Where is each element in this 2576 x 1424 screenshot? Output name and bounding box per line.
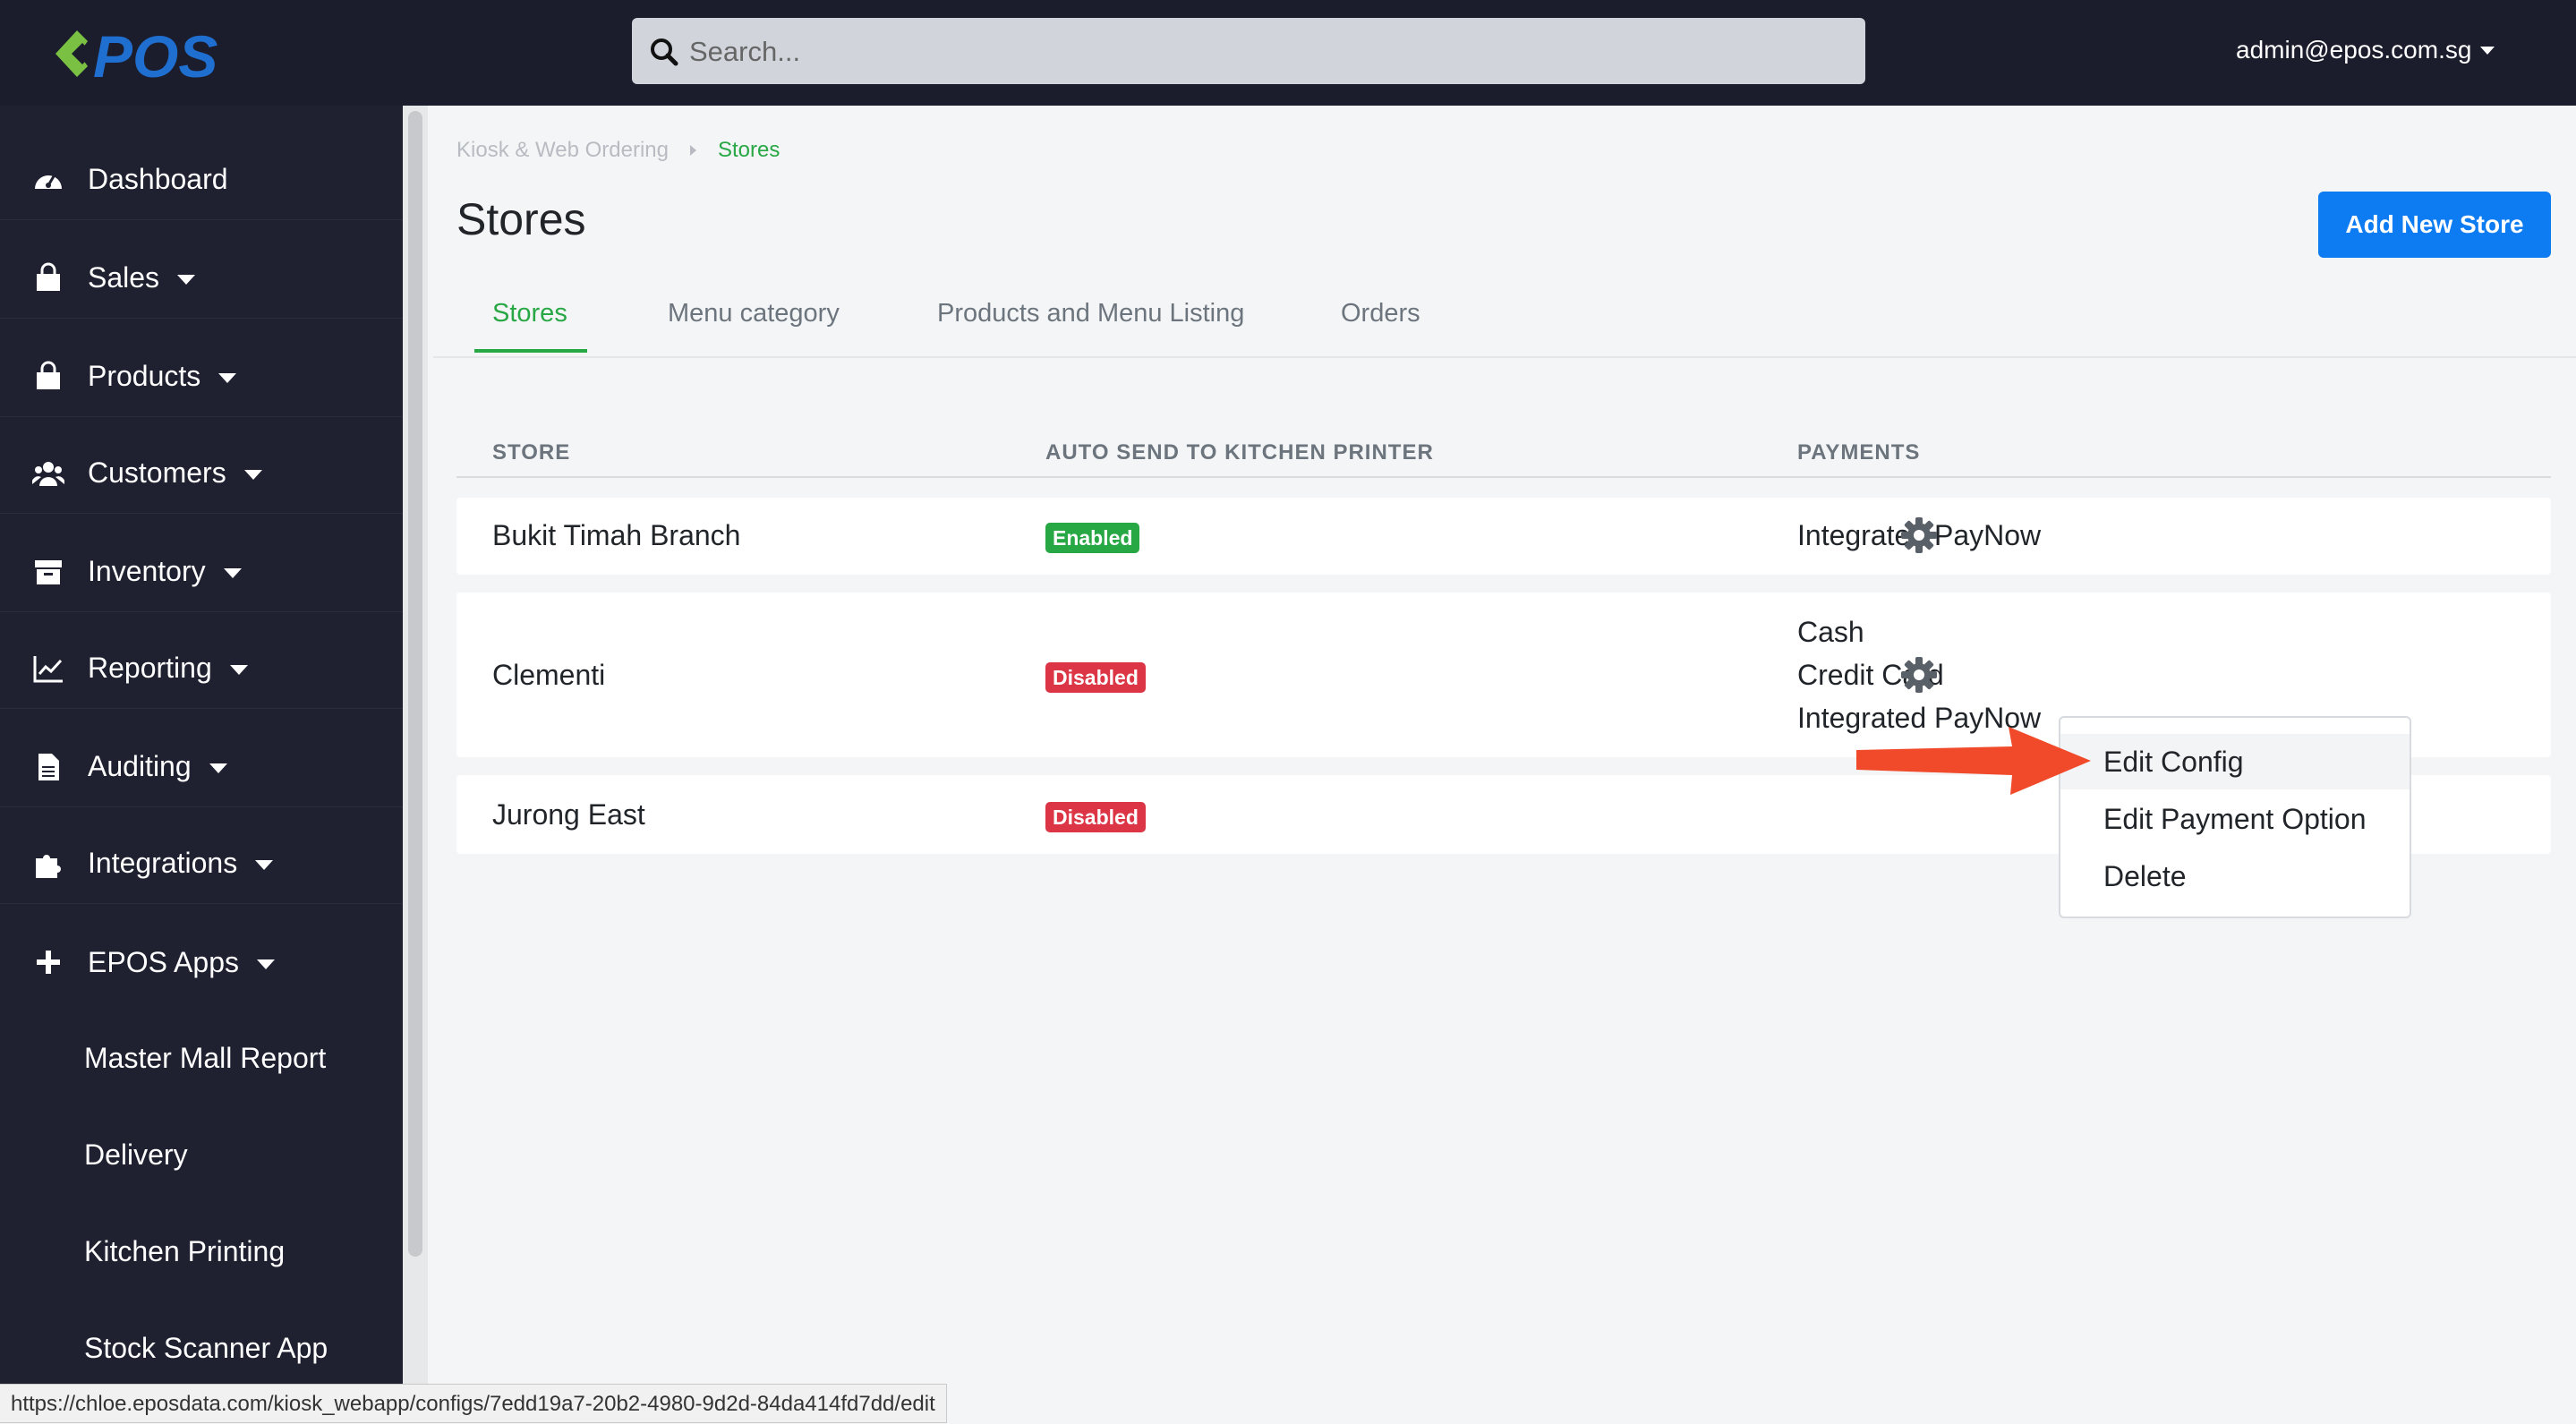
sidebar-item-integrations[interactable]: Integrations	[0, 823, 403, 904]
sidebar: Dashboard Sales Products Customers Inven…	[0, 106, 403, 1423]
user-menu[interactable]: admin@epos.com.sg	[2236, 36, 2495, 64]
status-badge: Disabled	[1045, 662, 1146, 693]
sidebar-item-dashboard[interactable]: Dashboard	[0, 140, 403, 220]
file-icon	[38, 753, 59, 780]
users-icon	[32, 461, 64, 486]
sidebar-subitem-master-mall-report[interactable]: Master Mall Report	[84, 1042, 326, 1075]
chevron-down-icon	[177, 275, 196, 285]
sidebar-subitem-stock-scanner-app[interactable]: Stock Scanner App	[84, 1332, 328, 1365]
search-icon	[651, 38, 678, 66]
svg-text:POS: POS	[93, 23, 218, 86]
search-input[interactable]	[687, 18, 1846, 86]
tab-products-menu-listing[interactable]: Products and Menu Listing	[937, 299, 1244, 328]
status-badge: Disabled	[1045, 802, 1146, 832]
archive-icon	[35, 559, 62, 584]
column-header-auto-send: AUTO SEND TO KITCHEN PRINTER	[1045, 440, 1434, 465]
sidebar-item-auditing[interactable]: Auditing	[0, 727, 403, 807]
breadcrumb-parent[interactable]: Kiosk & Web Ordering	[456, 138, 669, 163]
gear-dropdown-menu: Edit Config Edit Payment Option Delete	[2059, 716, 2411, 918]
sidebar-item-inventory[interactable]: Inventory	[0, 532, 403, 612]
chevron-down-icon	[218, 373, 237, 383]
menu-item-edit-config[interactable]: Edit Config	[2060, 734, 2410, 789]
sidebar-subitem-kitchen-printing[interactable]: Kitchen Printing	[84, 1235, 285, 1268]
chevron-down-icon	[2480, 46, 2495, 55]
shopping-bag-icon	[37, 361, 60, 389]
chevron-down-icon	[243, 470, 262, 480]
shopping-bag-icon	[37, 262, 60, 291]
sidebar-item-sales[interactable]: Sales	[0, 238, 403, 319]
top-bar: POS admin@epos.com.sg	[0, 0, 2576, 106]
sidebar-subitem-delivery[interactable]: Delivery	[84, 1138, 188, 1172]
gear-icon[interactable]	[1899, 655, 1939, 695]
dashboard-icon	[35, 175, 62, 189]
active-tab-indicator	[474, 349, 587, 353]
sidebar-item-label: Auditing	[88, 750, 192, 782]
sidebar-item-epos-apps[interactable]: EPOS Apps	[0, 922, 403, 1002]
tab-orders[interactable]: Orders	[1341, 299, 1420, 328]
sidebar-item-label: Dashboard	[88, 163, 228, 195]
sidebar-item-reporting[interactable]: Reporting	[0, 628, 403, 709]
search-bar	[632, 18, 1865, 86]
breadcrumb-separator-icon	[690, 145, 696, 156]
sidebar-scrollbar[interactable]	[408, 111, 422, 1257]
sidebar-item-label: Inventory	[88, 555, 206, 587]
plus-icon	[37, 951, 60, 974]
puzzle-icon	[36, 854, 61, 878]
sidebar-item-customers[interactable]: Customers	[0, 433, 403, 514]
sidebar-item-label: Reporting	[88, 652, 212, 684]
chart-line-icon	[33, 655, 63, 682]
sidebar-item-products[interactable]: Products	[0, 337, 403, 417]
annotation-arrow-icon	[1856, 727, 2091, 795]
chevron-down-icon	[209, 763, 227, 773]
sidebar-item-label: EPOS Apps	[88, 945, 239, 978]
tab-menu-category[interactable]: Menu category	[668, 299, 840, 328]
column-header-payments: PAYMENTS	[1797, 440, 1921, 465]
sidebar-item-label: Products	[88, 360, 201, 392]
add-new-store-button[interactable]: Add New Store	[2318, 192, 2551, 258]
sidebar-item-label: Customers	[88, 456, 226, 489]
menu-item-delete[interactable]: Delete	[2060, 848, 2410, 904]
user-email: admin@epos.com.sg	[2236, 36, 2472, 64]
sidebar-item-label: Integrations	[88, 847, 238, 879]
store-name: Clementi	[492, 659, 606, 691]
epos-logo[interactable]: POS	[52, 21, 258, 86]
browser-status-url: https://chloe.eposdata.com/kiosk_webapp/…	[0, 1384, 947, 1423]
column-header-store: STORE	[492, 440, 571, 465]
status-badge: Enabled	[1045, 523, 1140, 553]
page-title: Stores	[456, 194, 586, 244]
chevron-down-icon	[229, 665, 248, 675]
tab-stores[interactable]: Stores	[492, 299, 567, 328]
breadcrumb-current: Stores	[718, 138, 780, 162]
gear-icon[interactable]	[1899, 516, 1939, 555]
table-row[interactable]: Bukit Timah Branch Enabled Integrated Pa…	[456, 498, 2551, 575]
tabs: Stores Menu category Products and Menu L…	[433, 286, 2576, 358]
table-header-divider	[456, 476, 2551, 478]
store-name: Jurong East	[492, 798, 645, 831]
payment-method: Cash	[1797, 616, 1864, 648]
chevron-down-icon	[256, 959, 275, 969]
breadcrumb: Kiosk & Web Ordering Stores	[456, 138, 780, 163]
store-name: Bukit Timah Branch	[492, 519, 741, 551]
sidebar-item-label: Sales	[88, 261, 160, 294]
chevron-down-icon	[255, 860, 274, 870]
menu-item-edit-payment-option[interactable]: Edit Payment Option	[2060, 791, 2410, 847]
chevron-down-icon	[223, 568, 242, 578]
